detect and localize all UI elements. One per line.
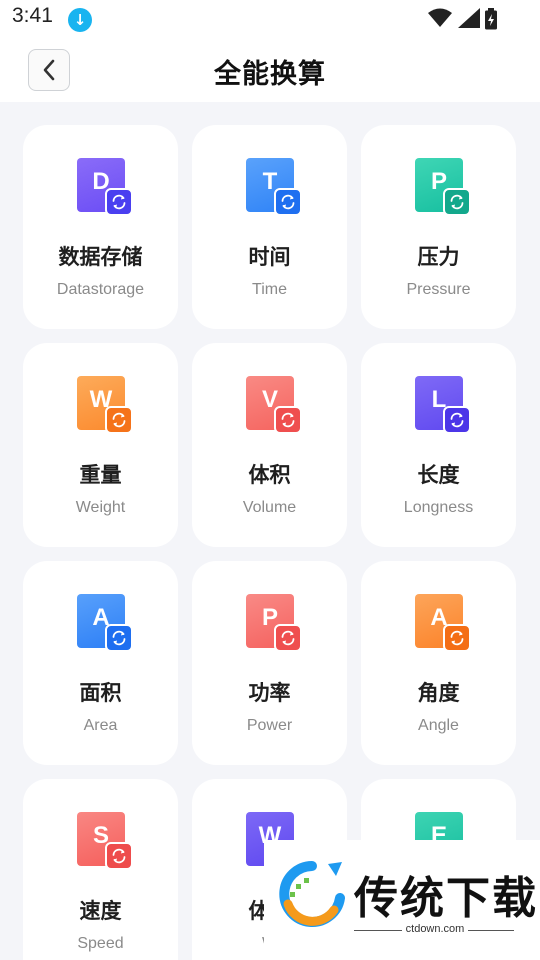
watermark-logo-icon: [279, 861, 345, 927]
signal-icon: [458, 8, 480, 28]
refresh-icon: [443, 624, 471, 652]
battery-icon: [485, 8, 497, 30]
converter-icon: D: [77, 158, 133, 216]
converter-title: 重量: [79, 463, 122, 487]
refresh-icon: [443, 188, 471, 216]
converter-subtitle: Power: [246, 717, 293, 734]
refresh-icon: [443, 406, 471, 434]
converter-icon: S: [77, 812, 133, 870]
converter-icon: P: [246, 594, 302, 652]
converter-card[interactable]: A 面积 Area: [23, 561, 178, 765]
converter-title: 压力: [417, 245, 460, 269]
converter-title: 角度: [417, 681, 460, 705]
page-title: 全能换算: [214, 59, 326, 90]
refresh-icon: [105, 842, 133, 870]
converter-subtitle: Weight: [75, 499, 126, 516]
refresh-icon: [105, 624, 133, 652]
watermark-domain: ctdown.com: [264, 923, 540, 935]
converter-icon: T: [246, 158, 302, 216]
converter-subtitle: Longness: [403, 499, 474, 516]
clock: 3:41: [12, 4, 53, 27]
converter-card[interactable]: T 时间 Time: [192, 125, 347, 329]
converter-title: 速度: [79, 899, 122, 923]
converter-subtitle: Volume: [242, 499, 297, 516]
watermark-name: 传统下载: [354, 873, 538, 924]
converter-card[interactable]: L 长度 Longness: [361, 343, 516, 547]
watermark: 传统下载 ctdown.com: [264, 840, 540, 960]
converter-card[interactable]: D 数据存储 Datastorage: [23, 125, 178, 329]
converter-card[interactable]: V 体积 Volume: [192, 343, 347, 547]
converter-card[interactable]: A 角度 Angle: [361, 561, 516, 765]
converter-subtitle: Speed: [77, 935, 124, 952]
converter-title: 体积: [248, 463, 291, 487]
converter-subtitle: Datastorage: [56, 281, 145, 298]
converter-icon: L: [415, 376, 471, 434]
converter-icon: W: [77, 376, 133, 434]
converter-subtitle: Area: [83, 717, 118, 734]
converter-icon: P: [415, 158, 471, 216]
refresh-icon: [274, 188, 302, 216]
converter-subtitle: Angle: [418, 717, 459, 734]
converter-subtitle: Time: [252, 281, 287, 298]
refresh-icon: [105, 188, 133, 216]
wifi-icon: [428, 8, 452, 27]
converter-icon: V: [246, 376, 302, 434]
app-header: 全能换算: [0, 38, 540, 102]
status-bar: 3:41 ↓: [0, 0, 540, 38]
converter-card[interactable]: P 功率 Power: [192, 561, 347, 765]
refresh-icon: [274, 406, 302, 434]
refresh-icon: [274, 624, 302, 652]
download-icon: ↓: [68, 8, 92, 32]
converter-title: 时间: [248, 245, 291, 269]
converter-card[interactable]: S 速度 Speed: [23, 779, 178, 960]
converter-card[interactable]: P 压力 Pressure: [361, 125, 516, 329]
refresh-icon: [105, 406, 133, 434]
converter-title: 数据存储: [58, 245, 143, 269]
converter-icon: A: [77, 594, 133, 652]
converter-subtitle: Pressure: [406, 281, 471, 298]
converter-title: 功率: [248, 681, 291, 705]
converter-title: 长度: [417, 463, 460, 487]
converter-title: 面积: [79, 681, 122, 705]
converter-icon: A: [415, 594, 471, 652]
converter-card[interactable]: W 重量 Weight: [23, 343, 178, 547]
